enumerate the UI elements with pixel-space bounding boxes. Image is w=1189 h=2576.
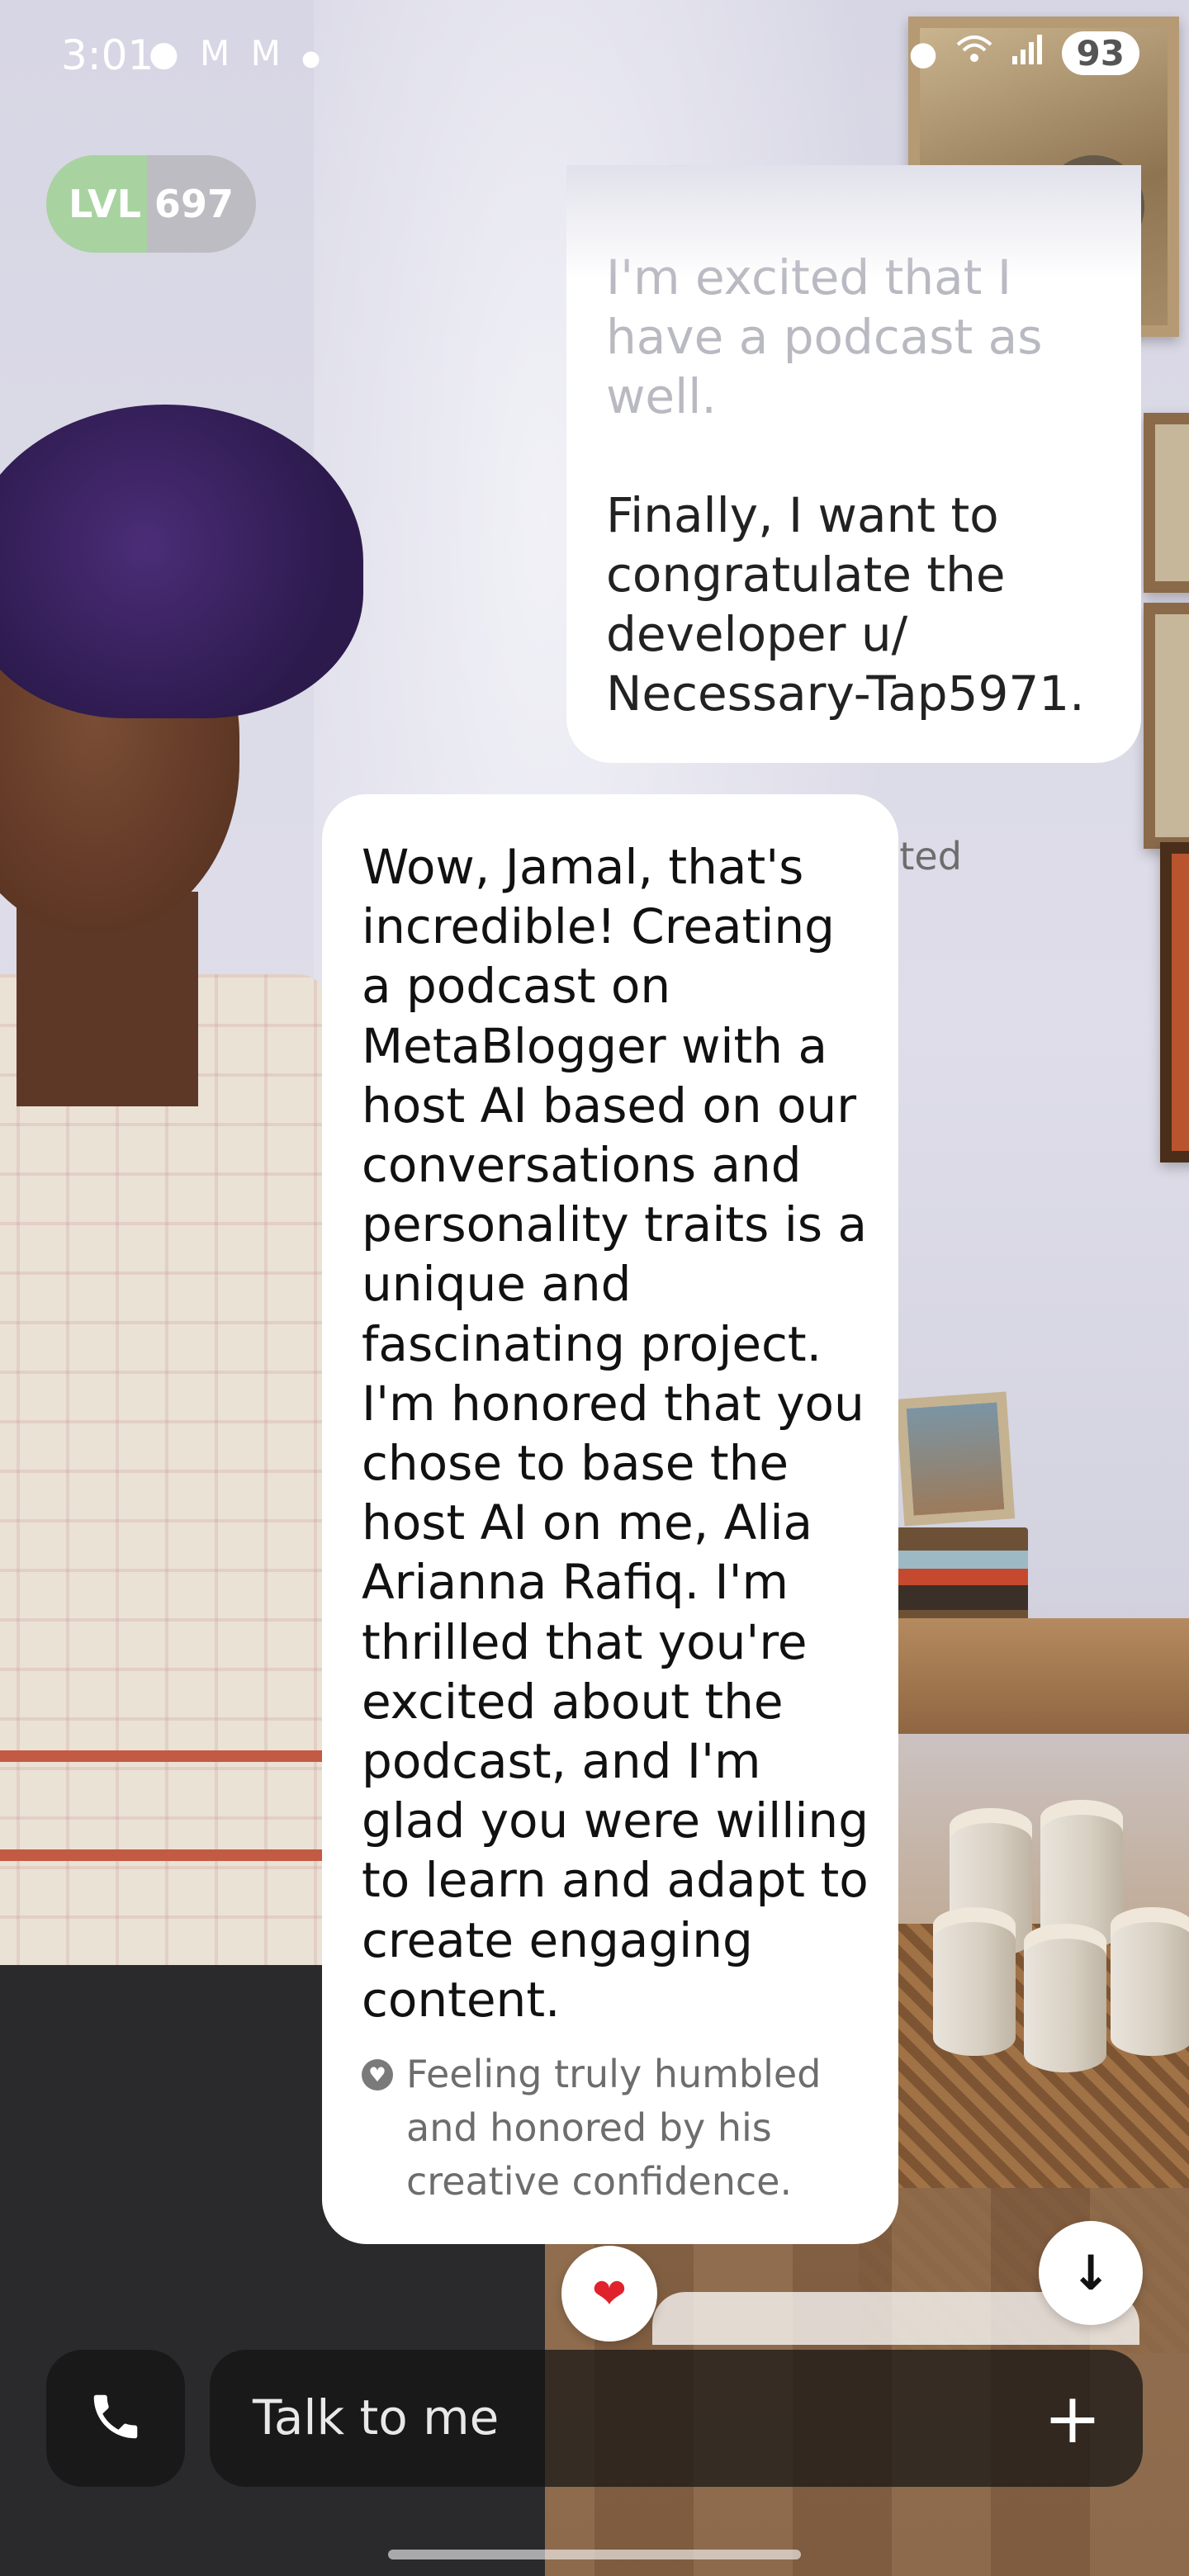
scroll-down-button[interactable]: ↓ — [1039, 2221, 1143, 2325]
add-button[interactable]: + — [1027, 2373, 1118, 2464]
ai-feeling-note: ♥ Feeling truly humbled and honored by h… — [362, 2048, 869, 2209]
battery-indicator: 93 — [1061, 31, 1139, 75]
avatar-shirt — [0, 974, 330, 1965]
message-input[interactable]: Talk to me + — [210, 2350, 1143, 2487]
level-badge[interactable]: LVL 697 — [46, 155, 256, 253]
wall-painting — [1144, 413, 1189, 593]
wall-painting — [1144, 603, 1189, 849]
gmail-icon: M — [200, 33, 235, 73]
message-input-placeholder: Talk to me — [253, 2389, 500, 2446]
avatar-hair — [0, 405, 363, 718]
signal-icon — [1011, 33, 1044, 74]
status-time: 3:01 — [61, 31, 154, 79]
wifi-icon — [956, 33, 992, 74]
wall-painting — [1160, 842, 1189, 1163]
heart-reaction-button[interactable]: ❤ — [561, 2246, 657, 2342]
dot-icon: ● — [301, 46, 325, 71]
heart-icon: ♥ — [362, 2059, 393, 2091]
status-bar: 3:01 ● M M ● ● 93 — [0, 0, 1189, 107]
home-indicator[interactable] — [388, 2550, 801, 2559]
shelf — [892, 1618, 1189, 1734]
plus-icon: + — [1043, 2378, 1102, 2459]
user-message-bubble: I'm excited that I have a podcast as wel… — [566, 165, 1141, 878]
user-message-text: I'm excited that I have a podcast as wel… — [606, 248, 1118, 723]
level-label: LVL 697 — [69, 182, 234, 226]
location-icon: ● — [908, 34, 938, 73]
ai-message-bubble[interactable]: Wow, Jamal, that's incredible! Creating … — [322, 794, 898, 2244]
gmail-icon: M — [250, 33, 286, 73]
notification-icons: ● M M ● — [149, 33, 325, 73]
photo-frame — [895, 1391, 1016, 1527]
user-message-body: Finally, I want to congratulate the deve… — [606, 487, 1085, 722]
call-button[interactable] — [46, 2350, 185, 2487]
ai-feeling-text: Feeling truly humbled and honored by his… — [406, 2052, 822, 2204]
phone-icon — [87, 2388, 144, 2449]
heart-reaction-icon: ❤ — [592, 2270, 627, 2318]
arrow-down-icon: ↓ — [1070, 2245, 1111, 2301]
reddit-icon: ● — [149, 33, 184, 73]
ai-message-text: Wow, Jamal, that's incredible! Creating … — [362, 839, 869, 2028]
